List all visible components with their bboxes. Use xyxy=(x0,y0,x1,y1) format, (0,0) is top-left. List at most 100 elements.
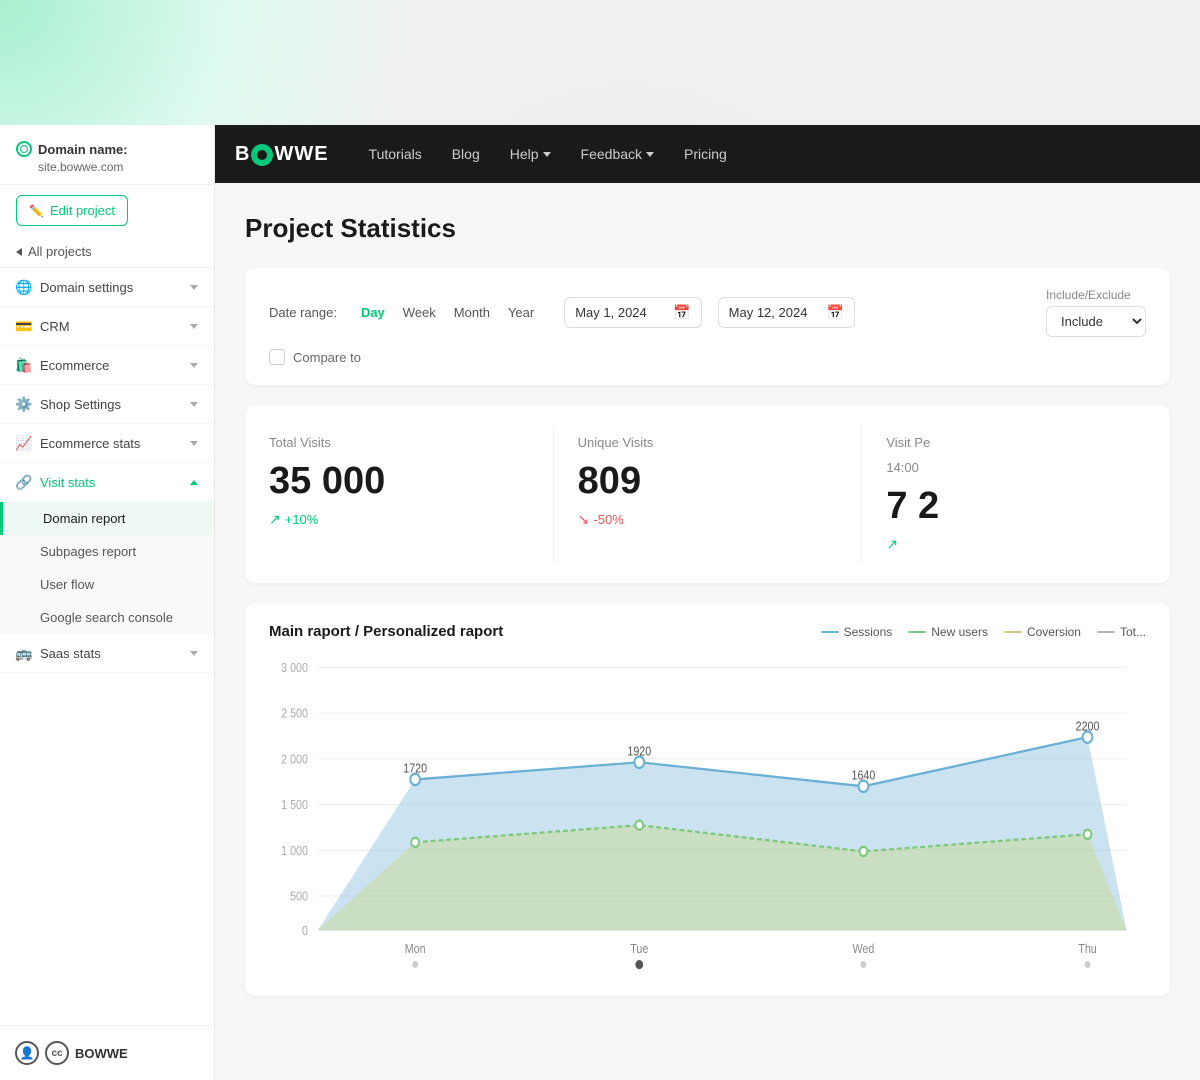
submenu-item-user-flow[interactable]: User flow xyxy=(0,568,214,601)
ecommerce-stats-chevron-icon xyxy=(190,441,198,446)
nav-tutorials[interactable]: Tutorials xyxy=(369,146,422,162)
sidebar-item-domain-settings[interactable]: 🌐 Domain settings xyxy=(0,268,214,307)
total-visits-arrow-icon: ↗ xyxy=(269,511,281,528)
legend-conversion: Coversion xyxy=(1004,625,1081,639)
total-visits-value: 35 000 xyxy=(269,460,529,503)
submenu-item-google-search-console[interactable]: Google search console xyxy=(0,601,214,634)
total-visits-label: Total Visits xyxy=(269,435,529,450)
visit-stats-chevron-icon xyxy=(190,480,198,485)
pencil-icon: ✏️ xyxy=(29,204,44,218)
include-exclude-select[interactable]: Include xyxy=(1046,306,1146,337)
range-week[interactable]: Week xyxy=(399,303,440,322)
legend-sessions: Sessions xyxy=(821,625,893,639)
filter-row: Date range: Day Week Month Year 📅 📅 Incl… xyxy=(269,288,1146,337)
metrics-card: Total Visits 35 000 ↗ +10% Unique Visits… xyxy=(245,405,1170,583)
visit-stats-icon: 🔗 xyxy=(16,474,32,490)
logo-text: BWWE xyxy=(235,143,329,166)
svg-text:0: 0 xyxy=(302,924,308,938)
nav-pricing[interactable]: Pricing xyxy=(684,146,727,162)
visit-pe-arrow-icon: ↗ xyxy=(886,536,898,553)
globe-icon xyxy=(16,141,32,157)
svg-text:Mon: Mon xyxy=(405,942,426,956)
svg-text:2 000: 2 000 xyxy=(281,753,308,767)
new-users-dot-thu xyxy=(1084,830,1092,839)
nav-blog[interactable]: Blog xyxy=(452,146,480,162)
domain-url: site.bowwe.com xyxy=(16,160,198,174)
include-exclude-label: Include/Exclude xyxy=(1046,288,1146,302)
main-content: Project Statistics Date range: Day Week … xyxy=(215,183,1200,1080)
start-date-input[interactable] xyxy=(575,305,665,320)
logo[interactable]: BWWE xyxy=(235,143,329,166)
metric-unique-visits: Unique Visits 809 ↘ -50% xyxy=(554,425,863,563)
start-date-input-wrap: 📅 xyxy=(564,297,701,328)
page-title: Project Statistics xyxy=(245,213,1170,244)
new-users-legend-icon xyxy=(908,631,926,633)
date-range-options: Day Week Month Year xyxy=(357,303,538,322)
filter-card: Date range: Day Week Month Year 📅 📅 Incl… xyxy=(245,268,1170,385)
saas-stats-chevron-icon xyxy=(190,651,198,656)
new-users-dot-wed xyxy=(860,847,868,856)
sidebar-domain-section: Domain name: site.bowwe.com xyxy=(0,125,214,185)
legend-total: Tot... xyxy=(1097,625,1146,639)
unique-visits-change: ↘ -50% xyxy=(578,511,838,528)
cc-icon: cc xyxy=(45,1041,69,1065)
conversion-legend-icon xyxy=(1004,631,1022,633)
person-icon: 👤 xyxy=(15,1041,39,1065)
sidebar-footer: 👤 cc BOWWE xyxy=(0,1025,215,1080)
svg-text:1720: 1720 xyxy=(403,762,427,776)
new-users-dot-mon xyxy=(411,838,419,847)
nav-feedback[interactable]: Feedback xyxy=(581,146,654,162)
content-inner: Project Statistics Date range: Day Week … xyxy=(215,183,1200,996)
sidebar-item-saas-stats[interactable]: 🚌 Saas stats xyxy=(0,634,214,673)
logo-icon xyxy=(251,144,273,166)
top-navigation: BWWE Tutorials Blog Help Feedback Pricin… xyxy=(215,125,1200,183)
sidebar-item-crm[interactable]: 💳 CRM xyxy=(0,307,214,346)
calendar-end-icon[interactable]: 📅 xyxy=(827,304,844,321)
calendar-start-icon[interactable]: 📅 xyxy=(673,304,690,321)
x-indicator-tue xyxy=(635,960,643,969)
domain-settings-icon: 🌐 xyxy=(16,279,32,295)
nav-help[interactable]: Help xyxy=(510,146,551,162)
range-month[interactable]: Month xyxy=(450,303,494,322)
svg-text:Wed: Wed xyxy=(852,942,874,956)
svg-text:Thu: Thu xyxy=(1078,942,1096,956)
svg-text:500: 500 xyxy=(290,890,308,904)
svg-text:Tue: Tue xyxy=(630,942,648,956)
sidebar-item-shop-settings[interactable]: ⚙️ Shop Settings xyxy=(0,385,214,424)
new-users-dot-tue xyxy=(635,821,643,830)
range-year[interactable]: Year xyxy=(504,303,538,322)
ecommerce-chevron-icon xyxy=(190,363,198,368)
total-legend-icon xyxy=(1097,631,1115,633)
unique-visits-arrow-icon: ↘ xyxy=(578,511,590,528)
visit-stats-submenu: Domain report Subpages report User flow … xyxy=(0,502,214,634)
domain-name-label: Domain name: xyxy=(16,141,198,157)
ecommerce-stats-icon: 📈 xyxy=(16,435,32,451)
include-exclude-section: Include/Exclude Include xyxy=(1046,288,1146,337)
ecommerce-icon: 🛍️ xyxy=(16,357,32,373)
legend-new-users: New users xyxy=(908,625,988,639)
footer-logo-text: BOWWE xyxy=(75,1046,128,1061)
chart-title: Main raport / Personalized raport xyxy=(269,623,503,640)
x-indicator-wed xyxy=(860,961,866,968)
visit-pe-label: Visit Pe xyxy=(886,435,1146,450)
submenu-item-domain-report[interactable]: Domain report xyxy=(0,502,214,535)
edit-project-button[interactable]: ✏️ Edit project xyxy=(16,195,128,226)
range-day[interactable]: Day xyxy=(357,303,389,322)
svg-text:1920: 1920 xyxy=(627,745,651,759)
crm-icon: 💳 xyxy=(16,318,32,334)
submenu-item-subpages-report[interactable]: Subpages report xyxy=(0,535,214,568)
metric-total-visits: Total Visits 35 000 ↗ +10% xyxy=(245,425,554,563)
svg-text:3 000: 3 000 xyxy=(281,661,308,675)
unique-visits-label: Unique Visits xyxy=(578,435,838,450)
svg-text:2 500: 2 500 xyxy=(281,707,308,721)
all-projects-link[interactable]: All projects xyxy=(0,236,214,268)
chart-header: Main raport / Personalized raport Sessio… xyxy=(269,623,1146,640)
end-date-input[interactable] xyxy=(729,305,819,320)
compare-checkbox[interactable] xyxy=(269,349,285,365)
arrow-left-icon xyxy=(16,248,22,256)
sidebar-item-visit-stats[interactable]: 🔗 Visit stats xyxy=(0,463,214,502)
sidebar-item-ecommerce-stats[interactable]: 📈 Ecommerce stats xyxy=(0,424,214,463)
sidebar-item-ecommerce[interactable]: 🛍️ Ecommerce xyxy=(0,346,214,385)
metric-visit-pe: Visit Pe 14:00 7 2 ↗ xyxy=(862,425,1170,563)
visit-pe-time: 14:00 xyxy=(886,460,1146,475)
